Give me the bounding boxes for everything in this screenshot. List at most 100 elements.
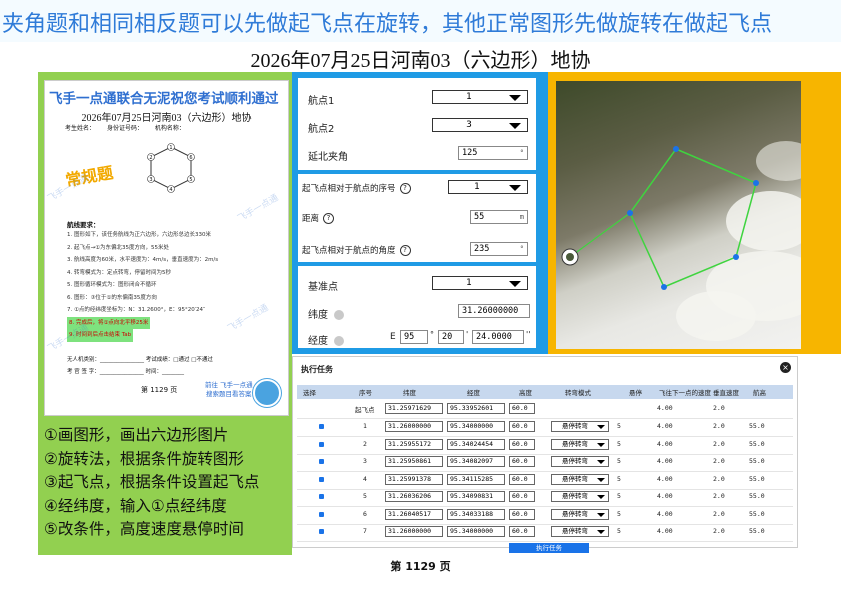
row-checkbox[interactable]	[319, 459, 324, 464]
row-vspeed: 2.0	[713, 439, 725, 448]
row-height: 55.0	[749, 457, 765, 465]
row-hover: 5	[617, 474, 621, 483]
longitude-label: 经度	[308, 332, 344, 347]
table-row: 3 31.25950861 95.34082097 60.0 悬停转弯 5 4.00 2.0 5…	[297, 454, 793, 472]
table-row: 7 31.26000000 95.34000000 60.0 悬停转弯 5 4.00 2.0 5…	[297, 524, 793, 542]
row-height: 55.0	[749, 439, 765, 448]
row-lon[interactable]: 95.34115285	[447, 473, 505, 485]
row-lat[interactable]: 31.25955172	[385, 438, 443, 450]
longitude-degrees-input[interactable]: 95	[400, 330, 428, 344]
row-lon[interactable]: 95.33952601	[447, 403, 505, 414]
takeoff-seq-select[interactable]: 1	[448, 180, 528, 194]
column-header: 选择	[303, 389, 316, 397]
row-height: 55.0	[749, 422, 765, 430]
row-turn-mode[interactable]: 悬停转弯	[551, 526, 609, 537]
row-alt[interactable]: 60.0	[509, 456, 535, 467]
row-lat[interactable]: 31.26000000	[385, 421, 443, 432]
north-angle-label: 延北夹角	[308, 152, 348, 163]
row-checkbox[interactable]	[319, 476, 324, 482]
north-angle-input[interactable]: 125 °	[458, 146, 528, 160]
row-lat[interactable]: 31.26040517	[385, 508, 443, 520]
row-lon[interactable]: 95.34024454	[447, 438, 505, 450]
row-alt[interactable]: 60.0	[509, 473, 535, 485]
latitude-input[interactable]: 31.26000000	[458, 304, 530, 318]
close-icon[interactable]: ×	[780, 362, 791, 373]
table-header: 选择 序号 纬度 经度 高度 转弯模式 悬停 飞往下一点的速度 垂直速度 航高	[297, 385, 793, 399]
rotation-card: 航点1 1 航点2 3 延北夹角 125 °	[298, 78, 536, 170]
row-turn-mode[interactable]: 悬停转弯	[551, 421, 609, 432]
takeoff-seq-label: 起飞点相对于航点的序号?	[302, 182, 411, 194]
row-lon[interactable]: 95.34000000	[447, 421, 505, 432]
execute-task-button[interactable]: 执行任务	[509, 543, 589, 553]
requirement-item: 3. 航线高度为60米，水平速度为：4m/s，垂直速度为：2m/s	[67, 257, 219, 263]
row-alt[interactable]: 60.0	[509, 421, 535, 432]
document-subtitle: 2026年07月25日河南03（六边形）地协	[81, 113, 252, 124]
hex-vertex-label: 6	[189, 155, 192, 161]
waypoint1-select[interactable]: 1	[432, 90, 528, 104]
document-header: 飞手一点通联合无泥祝您考试顺利通过	[49, 91, 279, 107]
row-lat[interactable]: 31.26000000	[385, 526, 443, 537]
toggle-icon	[334, 336, 344, 346]
longitude-minutes-input[interactable]: 20	[438, 330, 464, 344]
hex-vertex-label: 4	[169, 187, 172, 193]
row-seq: 起飞点	[355, 406, 375, 414]
row-checkbox[interactable]	[319, 511, 324, 517]
row-lat[interactable]: 31.25971629	[385, 403, 443, 414]
base-point-select[interactable]: 1	[432, 276, 528, 290]
row-lon[interactable]: 95.34090831	[447, 491, 505, 502]
row-alt[interactable]: 60.0	[509, 491, 535, 502]
row-turn-mode[interactable]: 悬停转弯	[551, 473, 609, 485]
row-turn-mode[interactable]: 悬停转弯	[551, 438, 609, 450]
row-seq: 1	[363, 422, 367, 430]
row-hover: 5	[617, 509, 621, 518]
flight-path	[561, 146, 759, 290]
answer-link[interactable]: 前往 飞手一点通 搜索题目看答案	[205, 381, 253, 399]
chevron-down-icon	[597, 512, 605, 517]
row-alt[interactable]: 60.0	[509, 403, 535, 414]
row-alt[interactable]: 60.0	[509, 526, 535, 537]
row-alt[interactable]: 60.0	[509, 438, 535, 450]
row-turn-mode[interactable]: 悬停转弯	[551, 491, 609, 502]
column-header: 垂直速度	[713, 389, 739, 397]
table-row: 1 31.26000000 95.34000000 60.0 悬停转弯 5 4.00 2.0 5…	[297, 419, 793, 437]
longitude-seconds-input[interactable]: 24.0000	[472, 330, 524, 344]
row-checkbox[interactable]	[319, 424, 324, 429]
satellite-map[interactable]	[556, 81, 801, 349]
chevron-down-icon	[597, 477, 605, 482]
row-turn-mode[interactable]: 悬停转弯	[551, 456, 609, 467]
row-lon[interactable]: 95.34000000	[447, 526, 505, 537]
row-vspeed: 2.0	[713, 404, 725, 412]
column-header: 转弯模式	[565, 389, 591, 397]
step-item: ③起飞点，根据条件设置起飞点	[44, 473, 260, 491]
row-checkbox[interactable]	[319, 494, 324, 499]
row-seq: 5	[363, 492, 367, 500]
row-vspeed: 2.0	[713, 422, 725, 430]
chevron-down-icon	[509, 281, 521, 287]
row-lon[interactable]: 95.34033188	[447, 508, 505, 520]
column-header: 航高	[753, 389, 766, 397]
longitude-prefix: E	[390, 332, 396, 342]
table-title: 执行任务	[301, 365, 333, 374]
waypoint2-select[interactable]: 3	[432, 118, 528, 132]
waypoint1-label: 航点1	[308, 96, 335, 107]
takeoff-angle-input[interactable]: 235 °	[470, 242, 528, 256]
row-checkbox[interactable]	[319, 529, 324, 534]
column-header: 纬度	[403, 389, 416, 397]
requirement-item: 6. 图形：③位于①的东偏南35度方向	[67, 294, 157, 301]
row-lat[interactable]: 31.26036206	[385, 491, 443, 502]
distance-input[interactable]: 55 m	[470, 210, 528, 224]
examiner-sign-row: 考 官 签 字：________________ 时间：________	[67, 369, 184, 375]
row-lon[interactable]: 95.34082097	[447, 456, 505, 467]
column-header: 高度	[519, 389, 532, 397]
waypoint2-label: 航点2	[308, 124, 335, 135]
base-point-label: 基准点	[308, 282, 338, 293]
settings-panel: 航点1 1 航点2 3 延北夹角 125 ° 起飞点相对于航点的序号? 1 距离?…	[292, 72, 548, 354]
row-lat[interactable]: 31.25991378	[385, 473, 443, 485]
row-lat[interactable]: 31.25950861	[385, 456, 443, 467]
chevron-down-icon	[597, 442, 605, 447]
row-checkbox[interactable]	[319, 441, 324, 447]
row-turn-mode[interactable]: 悬停转弯	[551, 508, 609, 520]
requirements-title: 航线要求：	[67, 221, 100, 229]
requirement-item: 4. 转弯模式为：定点转弯，停留时间为5秒	[67, 269, 171, 276]
row-alt[interactable]: 60.0	[509, 508, 535, 520]
